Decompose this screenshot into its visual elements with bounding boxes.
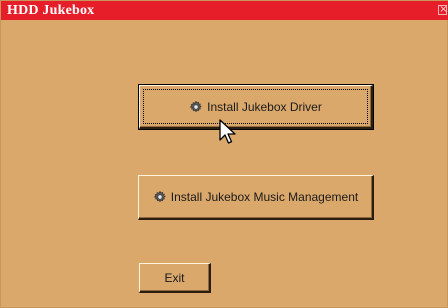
window-title: HDD Jukebox [7,3,95,18]
installer-window: HDD Jukebox × Install Jukebox Driver Ins… [0,0,448,308]
close-icon: × [439,4,448,15]
close-button[interactable]: × [438,4,448,15]
gear-icon [189,100,202,112]
exit-button[interactable]: Exit [139,263,211,293]
install-driver-button[interactable]: Install Jukebox Driver [138,84,374,130]
install-music-management-button[interactable]: Install Jukebox Music Management [138,175,374,220]
title-bar[interactable]: HDD Jukebox × [1,1,448,20]
exit-label: Exit [164,270,185,285]
install-driver-label: Install Jukebox Driver [207,99,322,114]
gear-icon [153,190,166,203]
install-music-management-label: Install Jukebox Music Management [170,190,359,204]
mouse-pointer-icon [219,119,236,144]
